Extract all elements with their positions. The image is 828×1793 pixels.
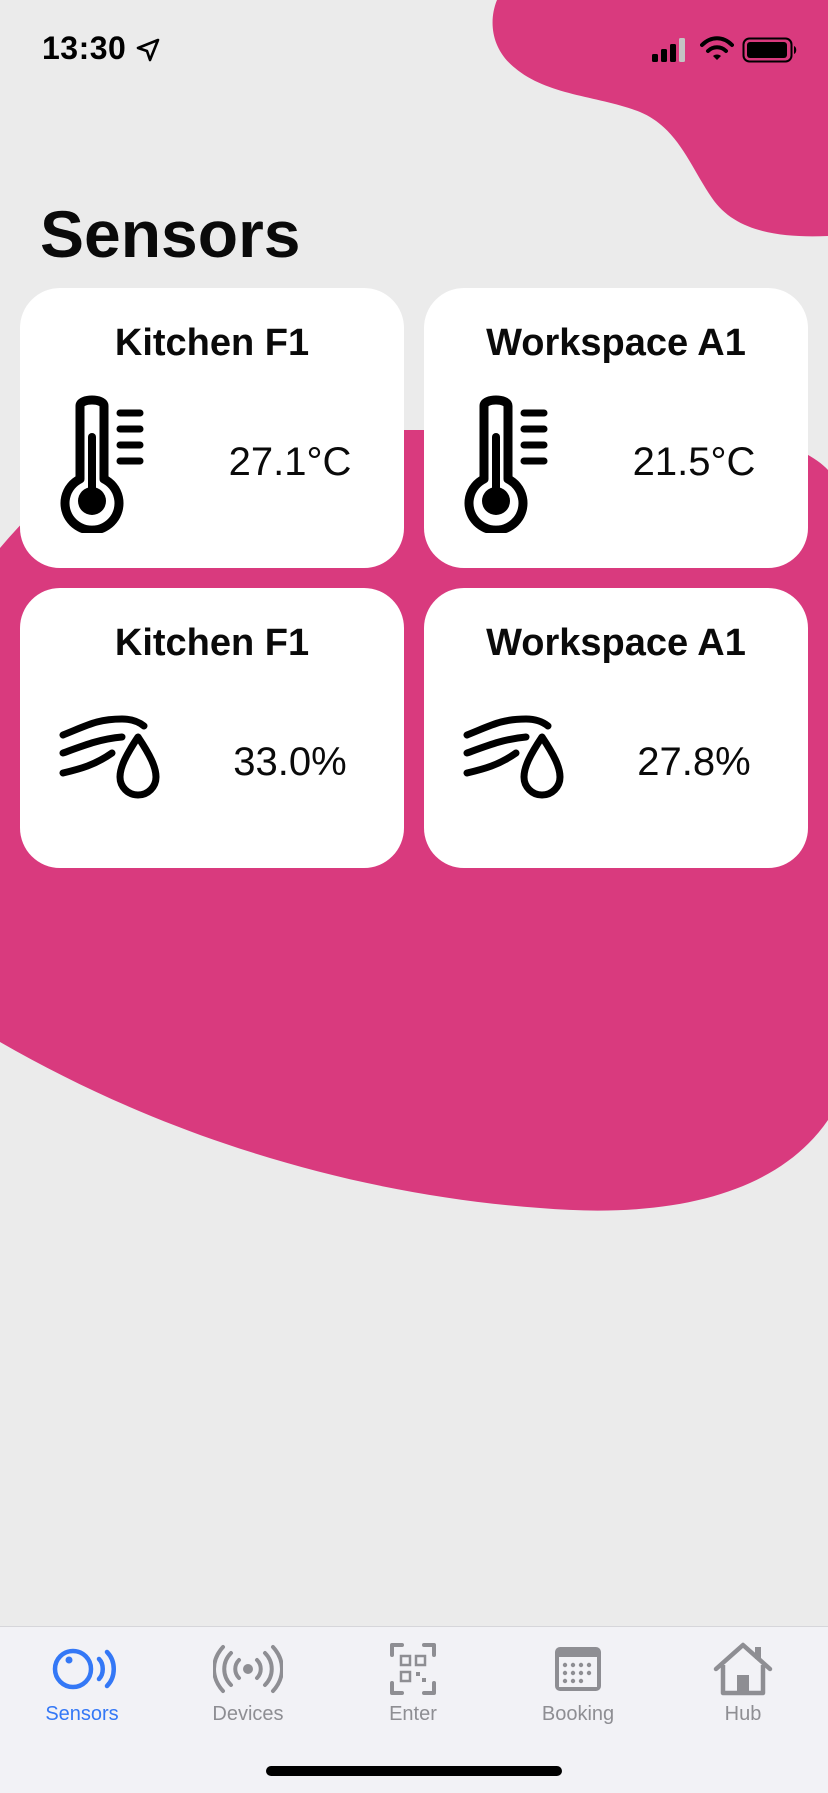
tab-label: Enter	[389, 1703, 437, 1725]
qr-code-icon	[390, 1643, 436, 1695]
tab-hub[interactable]: Hub	[673, 1641, 813, 1737]
broadcast-icon	[213, 1645, 283, 1693]
battery-icon	[742, 37, 797, 63]
tab-enter[interactable]: Enter	[343, 1641, 483, 1737]
thermometer-icon	[464, 395, 548, 533]
location-arrow-icon	[136, 38, 160, 62]
sensor-value: 21.5°C	[632, 440, 756, 484]
sensor-card-workspace-humidity[interactable]: Workspace A1 27.8%	[424, 588, 808, 868]
sensor-value: 27.1°C	[228, 440, 352, 484]
sensor-value: 27.8%	[637, 740, 751, 784]
sensor-card-title: Kitchen F1	[114, 622, 310, 664]
tab-sensors[interactable]: Sensors	[12, 1641, 152, 1737]
tab-booking[interactable]: Booking	[508, 1641, 648, 1737]
sensor-card-kitchen-temperature[interactable]: Kitchen F1 27.1°C	[20, 288, 404, 568]
wifi-icon	[700, 36, 734, 60]
sensor-card-title: Kitchen F1	[114, 322, 310, 364]
sensor-card-kitchen-humidity[interactable]: Kitchen F1 33.0%	[20, 588, 404, 868]
tab-devices[interactable]: Devices	[178, 1641, 318, 1737]
tab-label: Sensors	[45, 1703, 119, 1725]
tab-label: Booking	[541, 1703, 615, 1725]
status-bar: 13:30	[0, 0, 828, 100]
tab-label: Devices	[212, 1703, 284, 1725]
tab-label: Hub	[724, 1703, 762, 1725]
humidity-icon	[463, 715, 564, 799]
calendar-icon	[555, 1647, 601, 1691]
page-title: Sensors	[40, 197, 301, 271]
sensor-card-title: Workspace A1	[486, 322, 746, 364]
home-indicator[interactable]	[266, 1766, 562, 1776]
sensor-card-workspace-temperature[interactable]: Workspace A1 21.5°C	[424, 288, 808, 568]
humidity-icon	[59, 715, 160, 799]
sensor-icon	[52, 1648, 116, 1690]
status-time: 13:30	[42, 30, 127, 66]
sensor-card-title: Workspace A1	[486, 622, 746, 664]
sensor-value: 33.0%	[233, 740, 347, 784]
home-icon	[713, 1642, 773, 1696]
cellular-signal-icon	[652, 38, 685, 62]
thermometer-icon	[60, 395, 144, 533]
